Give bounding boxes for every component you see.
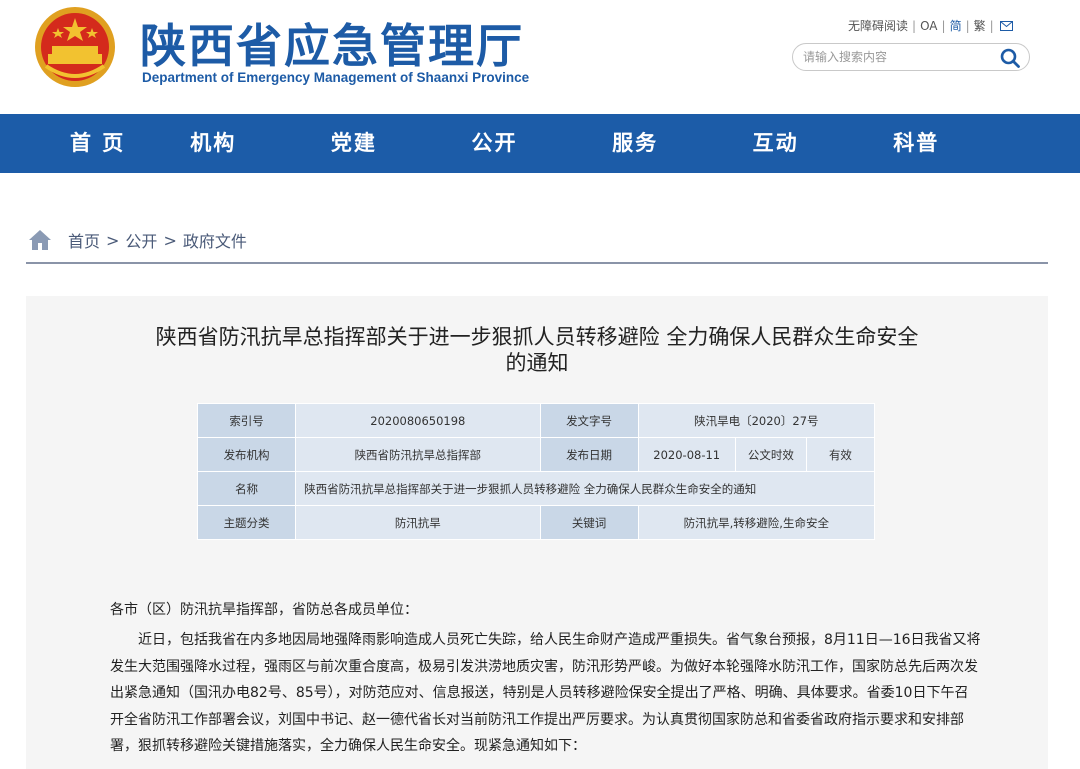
site-header: 陕西省应急管理厅 Department of Emergency Managem…: [0, 0, 1080, 114]
link-divider: |: [912, 18, 917, 33]
search-icon: [1000, 48, 1020, 68]
document-title-line: 的通知: [505, 351, 569, 375]
nav-item-home[interactable]: 首 页: [48, 114, 143, 173]
nav-item-organization[interactable]: 机构: [143, 114, 284, 173]
breadcrumb-home[interactable]: 首页: [68, 228, 100, 252]
meta-value: 防汛抗旱,转移避险,生命安全: [638, 506, 874, 539]
link-divider: |: [989, 18, 994, 33]
table-row: 发布机构 陕西省防汛抗旱总指挥部 发布日期 2020-08-11 公文时效 有效: [198, 438, 874, 471]
breadcrumb-separator: >: [163, 230, 177, 250]
document-paragraph: 近日，包括我省在内多地因局地强降雨影响造成人员死亡失踪，给人民生命财产造成严重损…: [110, 627, 981, 760]
accessible-reading-link[interactable]: 无障碍阅读: [848, 17, 908, 34]
document-title-line: 陕西省防汛抗旱总指挥部关于进一步狠抓人员转移避险 全力确保人民群众生命安全: [155, 325, 919, 349]
paragraph-line: 出紧急通知（国汛办电82号、85号），对防范应对、信息报送，特别是人员转移避险保…: [110, 685, 969, 701]
breadcrumb: 首页 > 公开 > 政府文件: [28, 226, 247, 254]
meta-value: 陕西省防汛抗旱总指挥部: [296, 438, 540, 471]
oa-link[interactable]: OA: [920, 19, 937, 33]
breadcrumb-gov-documents[interactable]: 政府文件: [183, 228, 247, 252]
paragraph-line: 近日，包括我省在内多地因局地强降雨影响造成人员死亡失踪，给人民生命财产造成严重损…: [138, 632, 981, 648]
simplified-link[interactable]: 简: [950, 17, 962, 34]
nav-item-public[interactable]: 公开: [424, 114, 565, 173]
traditional-link[interactable]: 繁: [974, 17, 986, 34]
main-nav: 首 页 机构 党建 公开 服务 互动 科普: [0, 114, 1080, 173]
search-input[interactable]: [803, 48, 993, 66]
meta-label: 发文字号: [540, 404, 638, 437]
content-panel: 陕西省防汛抗旱总指挥部关于进一步狠抓人员转移避险 全力确保人民群众生命安全 的通…: [26, 296, 1048, 769]
national-emblem-icon[interactable]: [34, 6, 116, 88]
meta-label: 发布机构: [198, 438, 296, 471]
table-row: 主题分类 防汛抗旱 关键词 防汛抗旱,转移避险,生命安全: [198, 506, 874, 539]
document-salutation: 各市（区）防汛抗旱指挥部，省防总各成员单位：: [110, 602, 418, 618]
breadcrumb-divider: [26, 262, 1048, 264]
table-row: 索引号 2020080650198 发文字号 陕汛旱电〔2020〕27号: [198, 404, 874, 437]
mail-icon[interactable]: [999, 20, 1013, 31]
meta-value: 陕汛旱电〔2020〕27号: [638, 404, 874, 437]
link-divider: |: [941, 18, 946, 33]
meta-label: 主题分类: [198, 506, 296, 539]
meta-label: 发布日期: [540, 438, 638, 471]
breadcrumb-separator: >: [106, 230, 120, 250]
document-meta-table: 索引号 2020080650198 发文字号 陕汛旱电〔2020〕27号 发布机…: [197, 403, 875, 540]
paragraph-line: 发生大范围强降水过程，强雨区与前次重合度高，极易引发洪涝地质灾害，防汛形势严峻。…: [110, 658, 978, 675]
nav-item-interaction[interactable]: 互动: [705, 114, 846, 173]
meta-value: 有效: [806, 438, 874, 471]
meta-label: 索引号: [198, 404, 296, 437]
nav-item-party[interactable]: 党建: [284, 114, 425, 173]
search-box: [792, 43, 1030, 71]
breadcrumb-public[interactable]: 公开: [125, 228, 157, 252]
site-title[interactable]: 陕西省应急管理厅: [140, 10, 524, 76]
document-title: 陕西省防汛抗旱总指挥部关于进一步狠抓人员转移避险 全力确保人民群众生命安全 的通…: [26, 324, 1048, 376]
meta-value: 2020-08-11: [638, 438, 735, 471]
nav-item-science[interactable]: 科普: [846, 114, 987, 173]
site-subtitle: Department of Emergency Management of Sh…: [142, 70, 530, 85]
table-row: 名称 陕西省防汛抗旱总指挥部关于进一步狠抓人员转移避险 全力确保人民群众生命安全…: [198, 472, 874, 505]
home-icon[interactable]: [28, 229, 52, 251]
meta-label: 名称: [198, 472, 296, 505]
meta-value: 2020080650198: [296, 404, 540, 437]
meta-value: 陕西省防汛抗旱总指挥部关于进一步狠抓人员转移避险 全力确保人民群众生命安全的通知: [296, 472, 874, 505]
top-links: 无障碍阅读 | OA | 简 | 繁 |: [848, 17, 1013, 34]
meta-value: 防汛抗旱: [296, 506, 540, 539]
paragraph-line: 署，狠抓转移避险关键措施落实，全力确保人民生命安全。现紧急通知如下：: [110, 738, 586, 754]
paragraph-line: 开全省防汛工作部署会议，刘国中书记、赵一德代省长对当前防汛工作提出严厉要求。为认…: [110, 711, 964, 728]
link-divider: |: [965, 18, 970, 33]
search-button[interactable]: [999, 47, 1021, 69]
meta-label: 公文时效: [735, 438, 806, 471]
nav-item-services[interactable]: 服务: [565, 114, 706, 173]
meta-label: 关键词: [540, 506, 638, 539]
